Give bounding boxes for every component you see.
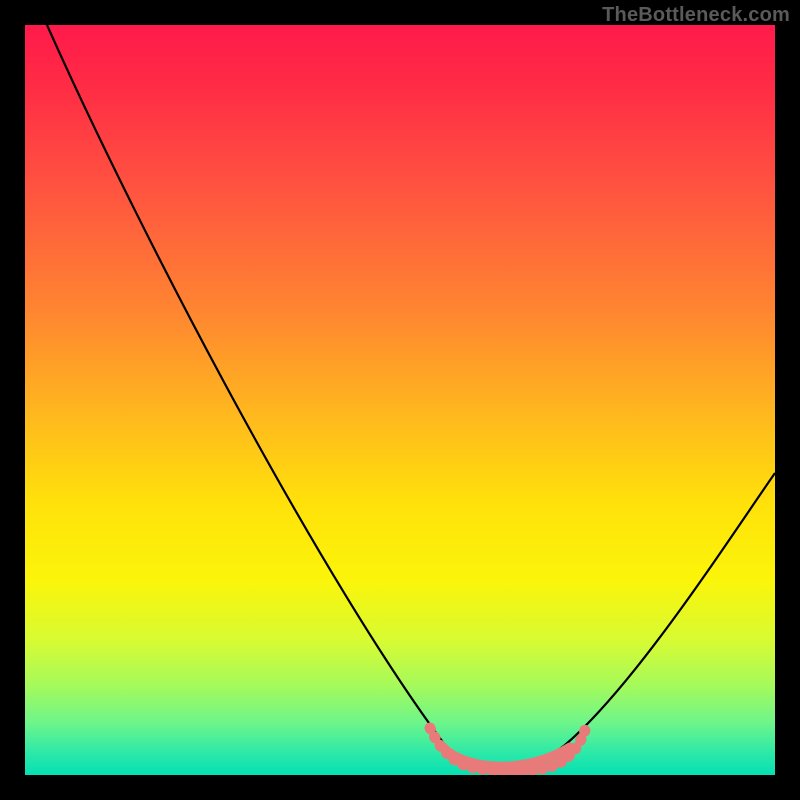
- plot-area: [25, 25, 775, 775]
- chart-canvas: TheBottleneck.com: [0, 0, 800, 800]
- curve-layer: [25, 25, 775, 775]
- bottleneck-curve: [47, 25, 775, 768]
- watermark-text: TheBottleneck.com: [602, 4, 790, 27]
